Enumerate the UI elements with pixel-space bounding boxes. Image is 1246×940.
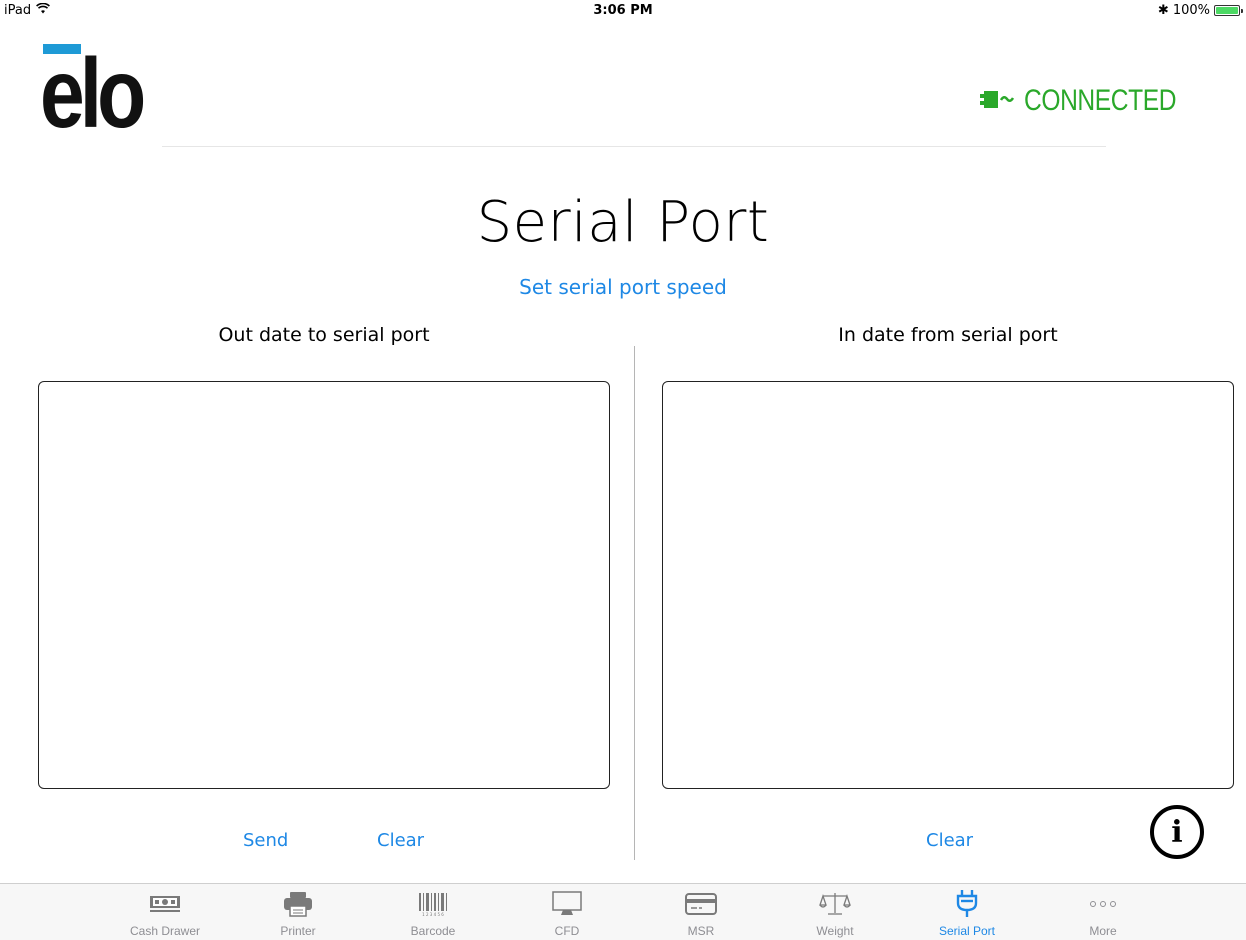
out-data-label: Out date to serial port [218,324,430,346]
tab-msr[interactable]: MSR [646,884,756,940]
page-title: Serial Port [476,190,770,255]
elo-logo: elo [40,38,154,148]
tab-weight[interactable]: Weight [780,884,890,940]
tab-label: Serial Port [938,924,996,938]
header-divider [162,146,1106,147]
send-button[interactable]: Send [243,830,288,851]
in-data-label: In date from serial port [838,324,1058,346]
battery-icon [1214,5,1243,16]
connection-status: CONNECTED [980,84,1210,118]
in-data-textarea[interactable] [662,381,1234,789]
connection-label: CONNECTED [1024,84,1177,117]
plug-icon [980,88,1018,114]
scale-icon [819,890,851,918]
tab-barcode[interactable]: 1 2 3 4 5 6 Barcode [378,884,488,940]
tab-serial-port[interactable]: Serial Port [912,884,1022,940]
cash-drawer-icon [149,890,181,918]
monitor-icon [551,890,583,918]
plug-icon [951,890,983,918]
tab-label: Barcode [410,924,456,938]
clear-in-button[interactable]: Clear [926,830,973,851]
barcode-icon: 1 2 3 4 5 6 [417,890,449,918]
tab-bar: Cash Drawer Printer 1 2 3 4 5 6 Barcode … [0,883,1246,940]
clear-out-button[interactable]: Clear [377,830,424,851]
panel-divider [634,346,635,860]
tab-label: Printer [280,924,316,938]
tab-label: CFD [554,924,580,938]
card-icon [685,890,717,918]
info-icon[interactable]: i [1150,805,1204,859]
out-data-textarea[interactable] [38,381,610,789]
tab-label: Cash Drawer [129,924,201,938]
svg-text:1 2 3 4 5 6: 1 2 3 4 5 6 [422,912,444,917]
tab-cash-drawer[interactable]: Cash Drawer [110,884,220,940]
tab-label: Weight [816,924,854,938]
tab-more[interactable]: More [1048,884,1158,940]
printer-icon [282,890,314,918]
tab-cfd[interactable]: CFD [512,884,622,940]
tab-printer[interactable]: Printer [243,884,353,940]
more-icon [1087,890,1119,918]
bluetooth-icon: ✱ [1157,3,1169,18]
battery-percent: 100% [1172,3,1210,18]
set-serial-speed-link[interactable]: Set serial port speed [0,275,1246,299]
tab-label: MSR [687,924,715,938]
logo-text: elo [40,38,146,148]
status-bar: iPad 3:06 PM ✱ 100% [0,0,1246,20]
tab-label: More [1089,924,1117,938]
info-glyph: i [1171,814,1183,850]
status-time: 3:06 PM [593,3,653,18]
